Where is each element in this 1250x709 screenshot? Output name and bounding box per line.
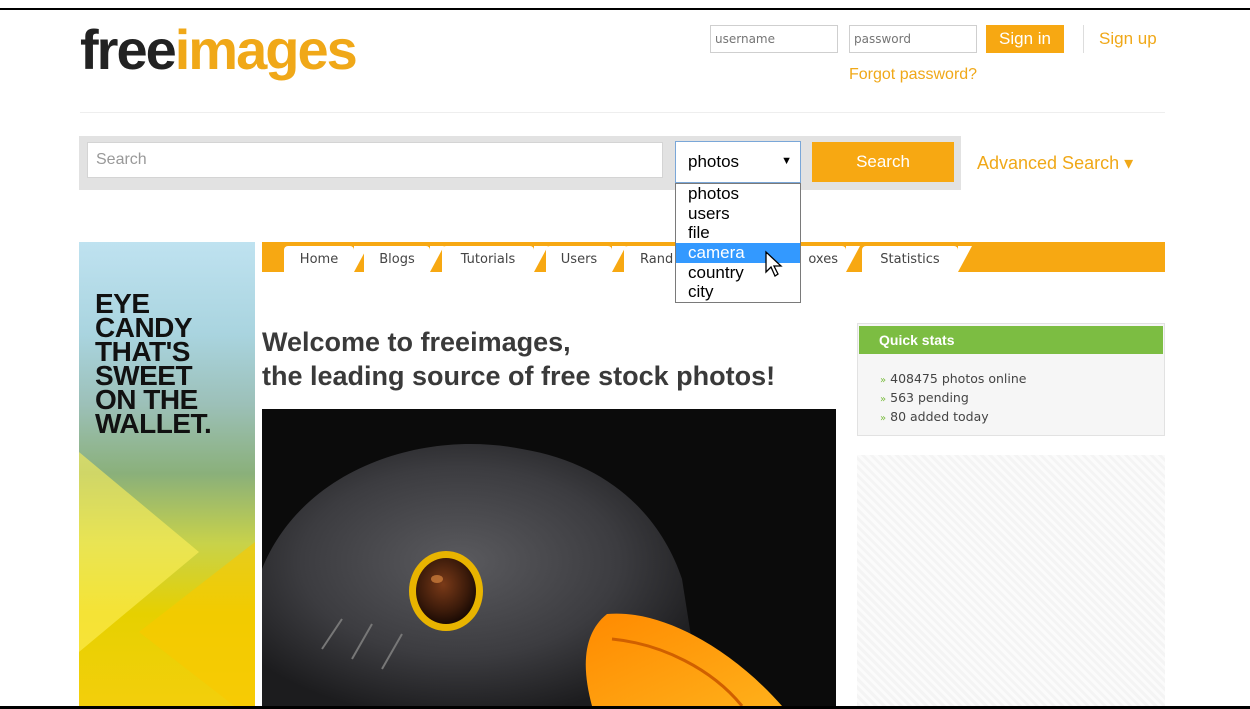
dropdown-option-users[interactable]: users bbox=[676, 204, 800, 224]
dropdown-option-file[interactable]: file bbox=[676, 223, 800, 243]
advertisement-banner[interactable]: EYE CANDY THAT'S SWEET ON THE WALLET. bbox=[79, 242, 255, 706]
forgot-password-link[interactable]: Forgot password? bbox=[849, 66, 977, 84]
welcome-line-2: the leading source of free stock photos! bbox=[262, 361, 776, 391]
tab-tutorials[interactable]: Tutorials bbox=[442, 246, 548, 272]
welcome-heading: Welcome to freeimages, the leading sourc… bbox=[262, 325, 775, 393]
search-type-value: photos bbox=[688, 152, 740, 171]
tab-users[interactable]: Users bbox=[546, 246, 626, 272]
stats-item: » 408475 photos online bbox=[880, 370, 1026, 389]
logo-part-free: free bbox=[80, 18, 177, 81]
dropdown-caret-icon: ▼ bbox=[781, 155, 792, 167]
dropdown-option-city[interactable]: city bbox=[676, 282, 800, 302]
stats-item: » 563 pending bbox=[880, 389, 1026, 408]
tab-home[interactable]: Home bbox=[284, 246, 368, 272]
tab-lightboxes[interactable]: oxes bbox=[794, 246, 860, 272]
mouse-cursor-icon bbox=[765, 250, 783, 277]
ad-line: WALLET. bbox=[95, 408, 212, 439]
quick-stats-title: Quick stats bbox=[859, 326, 1163, 354]
dropdown-option-photos[interactable]: photos bbox=[676, 184, 800, 204]
ad-headline: EYE CANDY THAT'S SWEET ON THE WALLET. bbox=[95, 290, 212, 439]
featured-photo[interactable] bbox=[262, 409, 836, 706]
logo-part-images: images bbox=[174, 18, 358, 81]
login-divider bbox=[1083, 25, 1084, 53]
search-type-select[interactable]: photos ▼ bbox=[675, 141, 801, 183]
signin-button[interactable]: Sign in bbox=[986, 25, 1064, 53]
search-type-dropdown: photos users file camera country city bbox=[675, 183, 801, 303]
search-button[interactable]: Search bbox=[812, 142, 954, 182]
ad-decor-shape bbox=[139, 542, 255, 706]
stats-item-text: 408475 photos online bbox=[890, 371, 1027, 386]
search-input[interactable]: Search bbox=[87, 142, 663, 178]
stats-item-text: 563 pending bbox=[890, 390, 969, 405]
password-input[interactable] bbox=[849, 25, 977, 53]
site-logo[interactable]: freeimages bbox=[80, 18, 358, 82]
tab-blogs[interactable]: Blogs bbox=[364, 246, 444, 272]
bullet-icon: » bbox=[880, 394, 887, 405]
header-divider bbox=[80, 112, 1165, 113]
stats-item: » 80 added today bbox=[880, 408, 1026, 427]
bullet-icon: » bbox=[880, 375, 887, 386]
top-border bbox=[0, 8, 1250, 10]
blackbird-photo-image bbox=[262, 409, 836, 706]
stats-item-text: 80 added today bbox=[890, 409, 989, 424]
quick-stats-list: » 408475 photos online » 563 pending » 80 a… bbox=[880, 370, 1026, 427]
advanced-search-link[interactable]: Advanced Search ▾ bbox=[977, 153, 1133, 174]
username-input[interactable] bbox=[710, 25, 838, 53]
tab-random[interactable]: Rand bbox=[624, 246, 696, 272]
bullet-icon: » bbox=[880, 413, 887, 424]
sidebar-pattern-panel bbox=[857, 455, 1165, 706]
welcome-line-1: Welcome to freeimages, bbox=[262, 327, 571, 357]
tab-statistics[interactable]: Statistics bbox=[862, 246, 972, 272]
signup-link[interactable]: Sign up bbox=[1099, 29, 1157, 49]
